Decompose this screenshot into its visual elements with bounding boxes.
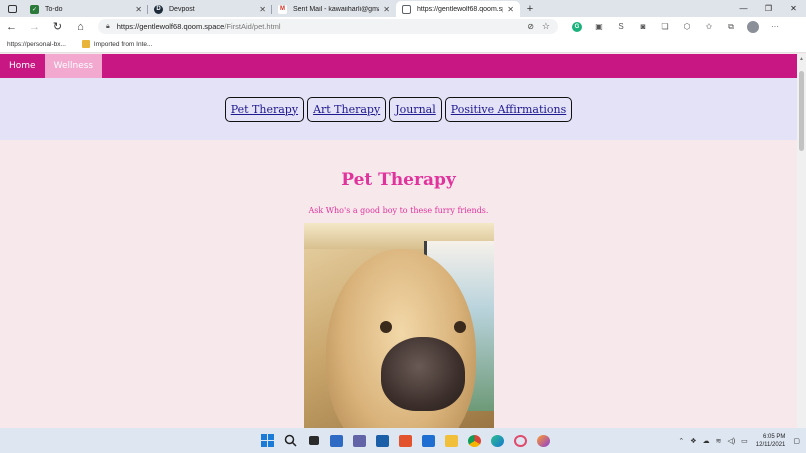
- system-clock[interactable]: 6:05 PM 12/11/2021: [756, 433, 786, 449]
- tab-title: https://gentlewolf68.qoom.space: [417, 5, 503, 13]
- store-icon[interactable]: [371, 428, 394, 453]
- firefox-icon[interactable]: [532, 428, 555, 453]
- task-view-icon[interactable]: [302, 428, 325, 453]
- battery-icon[interactable]: ▭: [741, 437, 748, 445]
- bookmarks-bar: https://personal-bx... Imported from Int…: [0, 36, 806, 98]
- file-explorer-icon[interactable]: [440, 428, 463, 453]
- widgets-icon[interactable]: [325, 428, 348, 453]
- bookmark-personal[interactable]: https://personal-bx...: [0, 40, 66, 98]
- scrollbar-thumb[interactable]: [799, 71, 804, 151]
- lock-icon: 🔒︎: [106, 22, 110, 30]
- forward-icon[interactable]: →: [23, 17, 46, 36]
- gmail-icon: M: [278, 4, 287, 14]
- tab-actions-icon[interactable]: [0, 0, 24, 17]
- tab-title: Devpost: [169, 5, 195, 13]
- clock-time: 6:05 PM: [763, 433, 786, 440]
- windows-taskbar: ⌃ ❖ ☁ ≋ ◁) ▭ 6:05 PM 12/11/2021 ▢: [0, 428, 806, 453]
- main-content: Pet Therapy Ask Who's a good boy to thes…: [0, 170, 797, 428]
- page-scrollbar[interactable]: ▲: [797, 54, 806, 428]
- new-tab-button[interactable]: +: [520, 1, 540, 17]
- scroll-up-icon[interactable]: ▲: [797, 56, 806, 62]
- mail-icon[interactable]: [417, 428, 440, 453]
- close-tab-icon[interactable]: ✕: [259, 5, 266, 14]
- teams-chat-icon[interactable]: [348, 428, 371, 453]
- clock-date: 12/11/2021: [755, 441, 786, 448]
- opera-icon[interactable]: [509, 428, 532, 453]
- office-icon[interactable]: [394, 428, 417, 453]
- favorite-star-icon[interactable]: ☆: [542, 21, 550, 32]
- tab-todo[interactable]: ✓ To-do ✕: [24, 1, 148, 17]
- favorites-icon[interactable]: ✩: [698, 17, 720, 36]
- edge-icon[interactable]: [486, 428, 509, 453]
- volume-icon[interactable]: ◁): [727, 437, 735, 445]
- subnav-art-therapy[interactable]: Art Therapy: [307, 96, 387, 122]
- chevron-up-icon[interactable]: ⌃: [678, 437, 684, 445]
- dog-photo: [303, 223, 494, 428]
- bookmark-folder-imported[interactable]: Imported from Inte...: [81, 40, 153, 48]
- search-icon[interactable]: [279, 428, 302, 453]
- tab-active-page[interactable]: https://gentlewolf68.qoom.space ✕: [396, 1, 520, 17]
- folder-icon: [81, 40, 90, 48]
- extension-icon[interactable]: ▣: [588, 17, 610, 36]
- url-host: https://gentlewolf68.qoom.space: [116, 22, 225, 31]
- refresh-icon[interactable]: ↻: [46, 17, 69, 36]
- tab-devpost[interactable]: D Devpost ✕: [148, 1, 272, 17]
- subnav-journal[interactable]: Journal: [389, 96, 442, 122]
- browser-toolbar: ← → ↻ ⌂ 🔒︎ https://gentlewolf68.qoom.spa…: [0, 17, 806, 36]
- page-title: Pet Therapy: [341, 170, 456, 190]
- bookmark-label: Imported from Inte...: [93, 40, 153, 48]
- close-window-icon[interactable]: ✕: [781, 0, 806, 17]
- subnav-positive-affirmations[interactable]: Positive Affirmations: [444, 96, 573, 122]
- extensions-icon[interactable]: ⬡: [676, 17, 698, 36]
- bookmark-label: https://personal-bx...: [7, 40, 66, 48]
- todo-icon: ✓: [30, 4, 39, 14]
- close-tab-icon[interactable]: ✕: [383, 5, 390, 14]
- page-subtitle: Ask Who's a good boy to these furry frie…: [308, 206, 489, 215]
- maximize-icon[interactable]: ❐: [756, 0, 781, 17]
- extensions-area: G ▣ S ◙ ❏ ⬡ ✩ ⧉ ···: [566, 17, 786, 36]
- chrome-icon[interactable]: [463, 428, 486, 453]
- tab-gmail[interactable]: M Sent Mail - kawaiiharli@gmail.co ✕: [272, 1, 396, 17]
- wifi-icon[interactable]: ≋: [716, 437, 722, 445]
- subnav-pet-therapy[interactable]: Pet Therapy: [224, 96, 305, 122]
- profile-avatar[interactable]: [742, 17, 764, 36]
- tracking-icon[interactable]: ⊘: [527, 22, 534, 31]
- tab-groups-icon[interactable]: ⧉: [720, 17, 742, 36]
- web-page: Home Wellness Pet Therapy Art Therapy Jo…: [0, 54, 797, 428]
- back-icon[interactable]: ←: [0, 17, 23, 36]
- page-icon: [402, 4, 411, 14]
- grammarly-icon[interactable]: G: [566, 17, 588, 36]
- address-bar[interactable]: 🔒︎ https://gentlewolf68.qoom.space /Firs…: [98, 19, 558, 34]
- wellness-subnav: Pet Therapy Art Therapy Journal Positive…: [0, 78, 797, 140]
- collections-icon[interactable]: ❏: [654, 17, 676, 36]
- url-path: /FirstAid/pet.html: [224, 22, 281, 31]
- browser-tab-strip: ✓ To-do ✕ D Devpost ✕ M Sent Mail - kawa…: [0, 0, 806, 17]
- nav-wellness[interactable]: Wellness: [44, 54, 103, 78]
- more-menu-icon[interactable]: ···: [764, 17, 786, 36]
- notifications-icon[interactable]: ▢: [793, 437, 800, 445]
- nav-home[interactable]: Home: [0, 54, 45, 78]
- tab-title: To-do: [45, 5, 63, 13]
- screen-capture-icon[interactable]: ◙: [632, 17, 654, 36]
- site-navbar: Home Wellness: [0, 54, 797, 78]
- devpost-icon: D: [154, 4, 163, 14]
- start-icon[interactable]: [256, 428, 279, 453]
- close-tab-icon[interactable]: ✕: [135, 5, 142, 14]
- s-extension-icon[interactable]: S: [610, 17, 632, 36]
- close-tab-icon[interactable]: ✕: [507, 5, 514, 14]
- tab-title: Sent Mail - kawaiiharli@gmail.co: [293, 5, 379, 13]
- minimize-icon[interactable]: —: [731, 0, 756, 17]
- onedrive-icon[interactable]: ☁: [703, 437, 710, 445]
- dropbox-icon[interactable]: ❖: [690, 437, 696, 445]
- home-icon[interactable]: ⌂: [69, 17, 92, 36]
